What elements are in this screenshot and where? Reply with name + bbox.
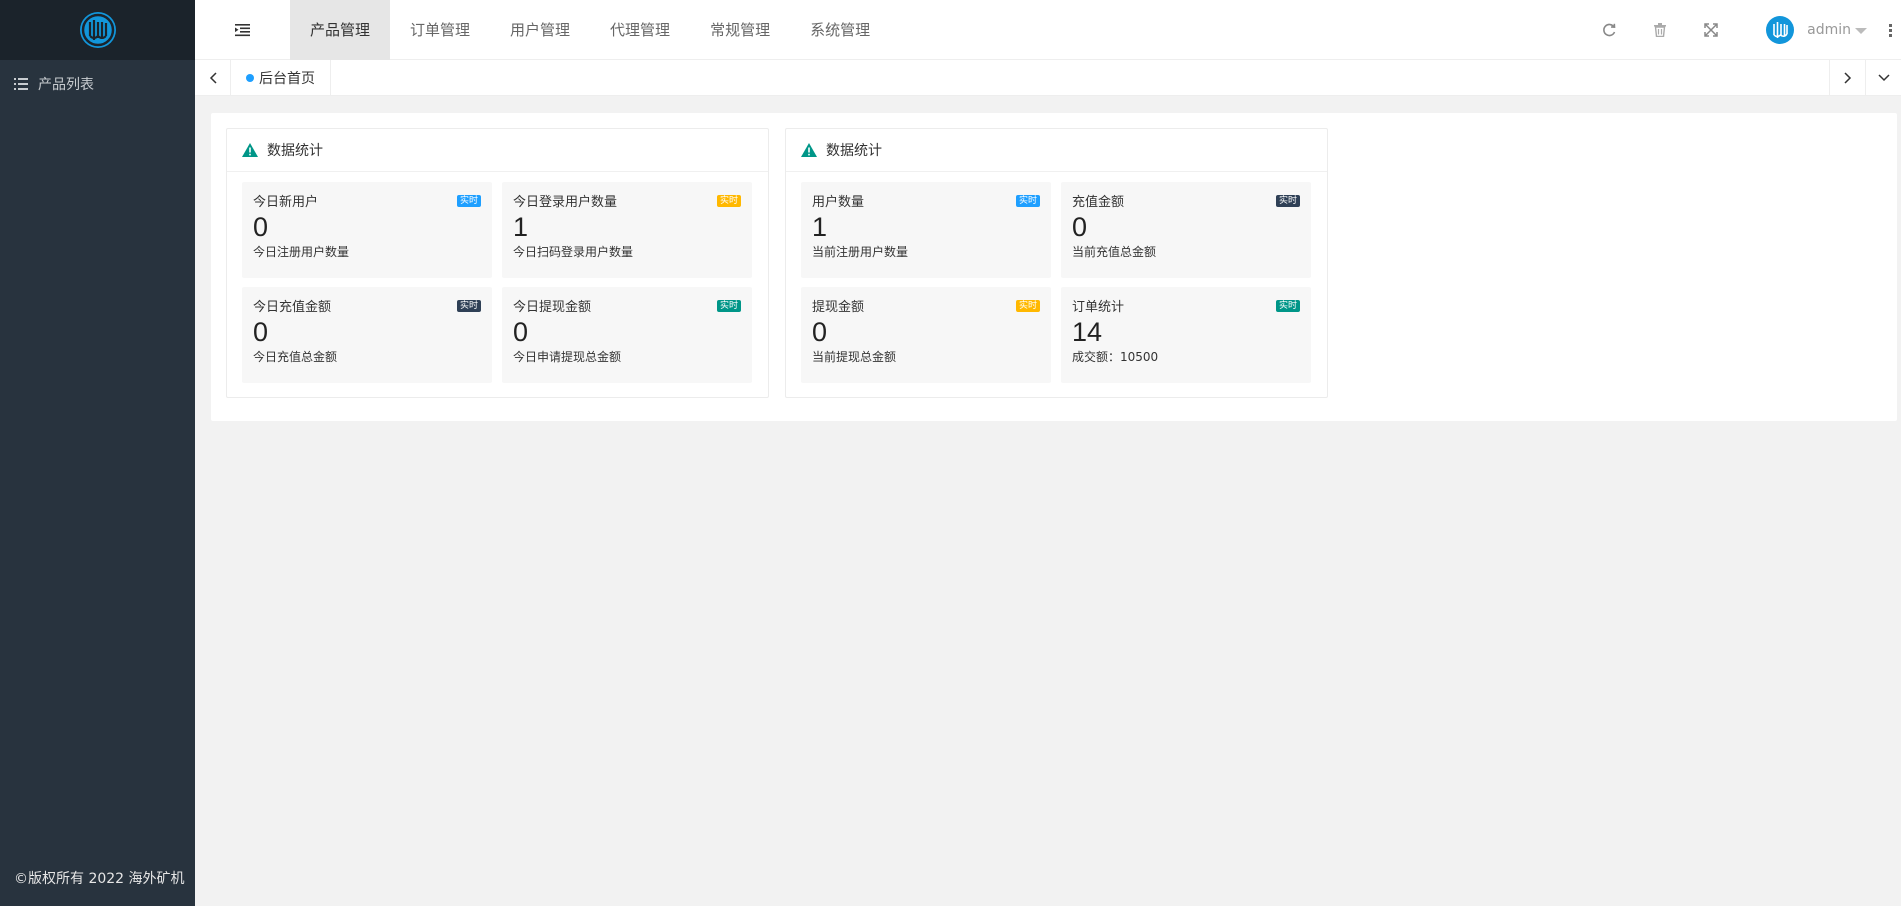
stat-card-login-users[interactable]: 今日登录用户数量 1 今日扫码登录用户数量 实时 <box>502 182 752 278</box>
card-desc: 成交额：10500 <box>1072 350 1159 364</box>
nav-tab-system[interactable]: 系统管理 <box>790 0 890 60</box>
warning-icon <box>801 143 817 157</box>
nav-tab-product[interactable]: 产品管理 <box>290 0 391 60</box>
chevron-left-icon[interactable] <box>195 60 231 96</box>
card-title: 订单统计 <box>1072 300 1125 315</box>
chevron-down-icon[interactable] <box>1855 28 1867 34</box>
sidebar-item-label: 产品列表 <box>38 77 94 93</box>
status-badge: 实时 <box>456 195 481 207</box>
card-desc: 今日充值总金额 <box>253 350 338 364</box>
stats-panel-today: 数据统计 今日新用户 0 今日注册用户数量 实时 今日登录用户数量 1 今日扫码… <box>226 128 769 398</box>
card-value: 14 <box>1072 317 1103 347</box>
menu-toggle-icon[interactable] <box>235 23 250 37</box>
stat-card-withdraw-today[interactable]: 今日提现金额 0 今日申请提现总金额 实时 <box>502 287 752 383</box>
active-dot <box>246 74 254 82</box>
sidebar-item-product-list[interactable]: 产品列表 <box>0 60 195 108</box>
panel-header: 数据统计 <box>786 129 1327 172</box>
card-value: 0 <box>513 317 529 347</box>
card-value: 1 <box>513 212 529 242</box>
nav-tab-user[interactable]: 用户管理 <box>490 0 590 60</box>
panel-title: 数据统计 <box>826 143 882 159</box>
card-value: 0 <box>253 317 269 347</box>
more-vertical-icon[interactable] <box>1889 23 1893 37</box>
card-desc: 今日申请提现总金额 <box>513 350 622 364</box>
header: 产品管理 订单管理 用户管理 代理管理 常规管理 系统管理 admin <box>195 0 1901 60</box>
top-nav: 产品管理 订单管理 用户管理 代理管理 常规管理 系统管理 <box>290 0 890 60</box>
stat-card-withdraw-total[interactable]: 提现金额 0 当前提现总金额 实时 <box>801 287 1051 383</box>
stat-card-recharge-total[interactable]: 充值金额 0 当前充值总金额 实时 <box>1061 182 1311 278</box>
chevron-right-icon[interactable] <box>1829 60 1865 96</box>
card-value: 0 <box>812 317 828 347</box>
trash-icon[interactable] <box>1650 20 1670 40</box>
stat-card-orders[interactable]: 订单统计 14 成交额：10500 实时 <box>1061 287 1311 383</box>
card-title: 今日提现金额 <box>513 300 592 315</box>
header-tools: admin <box>1599 0 1901 60</box>
nav-tab-agent[interactable]: 代理管理 <box>590 0 690 60</box>
dashboard-content: 数据统计 今日新用户 0 今日注册用户数量 实时 今日登录用户数量 1 今日扫码… <box>211 113 1897 421</box>
status-badge: 实时 <box>716 300 741 312</box>
status-badge: 实时 <box>1275 195 1300 207</box>
avatar[interactable] <box>1765 15 1795 45</box>
stat-card-recharge-today[interactable]: 今日充值金额 0 今日充值总金额 实时 <box>242 287 492 383</box>
sidebar: 产品列表 ©版权所有 2022 海外矿机 <box>0 0 195 906</box>
warning-icon <box>242 143 258 157</box>
logo-icon[interactable] <box>78 10 118 50</box>
tab-home[interactable]: 后台首页 <box>231 60 331 96</box>
card-title: 今日充值金额 <box>253 300 332 315</box>
card-desc: 当前提现总金额 <box>812 350 897 364</box>
card-value: 1 <box>812 212 828 242</box>
card-value: 0 <box>253 212 269 242</box>
status-badge: 实时 <box>456 300 481 312</box>
card-value: 0 <box>1072 212 1088 242</box>
card-title: 提现金额 <box>812 300 865 315</box>
card-title: 充值金额 <box>1072 195 1125 210</box>
card-title: 用户数量 <box>812 195 865 210</box>
user-name[interactable]: admin <box>1807 22 1851 38</box>
stat-card-user-count[interactable]: 用户数量 1 当前注册用户数量 实时 <box>801 182 1051 278</box>
logo-area <box>0 0 195 60</box>
list-icon <box>14 78 28 90</box>
copyright: ©版权所有 2022 海外矿机 <box>14 871 185 887</box>
refresh-icon[interactable] <box>1599 20 1619 40</box>
fullscreen-icon[interactable] <box>1701 20 1721 40</box>
panel-header: 数据统计 <box>227 129 768 172</box>
card-desc: 当前注册用户数量 <box>812 245 909 259</box>
card-desc: 今日扫码登录用户数量 <box>513 245 634 259</box>
stats-panel-total: 数据统计 用户数量 1 当前注册用户数量 实时 充值金额 0 当前充值总金额 实… <box>785 128 1328 398</box>
panel-title: 数据统计 <box>267 143 323 159</box>
tab-home-label: 后台首页 <box>259 71 315 87</box>
status-badge: 实时 <box>1275 300 1300 312</box>
nav-tab-order[interactable]: 订单管理 <box>390 0 490 60</box>
nav-tab-general[interactable]: 常规管理 <box>690 0 790 60</box>
status-badge: 实时 <box>1015 300 1040 312</box>
status-badge: 实时 <box>1015 195 1040 207</box>
card-desc: 今日注册用户数量 <box>253 245 350 259</box>
tab-bar: 后台首页 <box>195 60 1901 96</box>
tab-options-chevron-down-icon[interactable] <box>1865 60 1901 96</box>
card-desc: 当前充值总金额 <box>1072 245 1157 259</box>
card-title: 今日登录用户数量 <box>513 195 618 210</box>
stat-card-new-users[interactable]: 今日新用户 0 今日注册用户数量 实时 <box>242 182 492 278</box>
status-badge: 实时 <box>716 195 741 207</box>
card-title: 今日新用户 <box>253 195 319 210</box>
